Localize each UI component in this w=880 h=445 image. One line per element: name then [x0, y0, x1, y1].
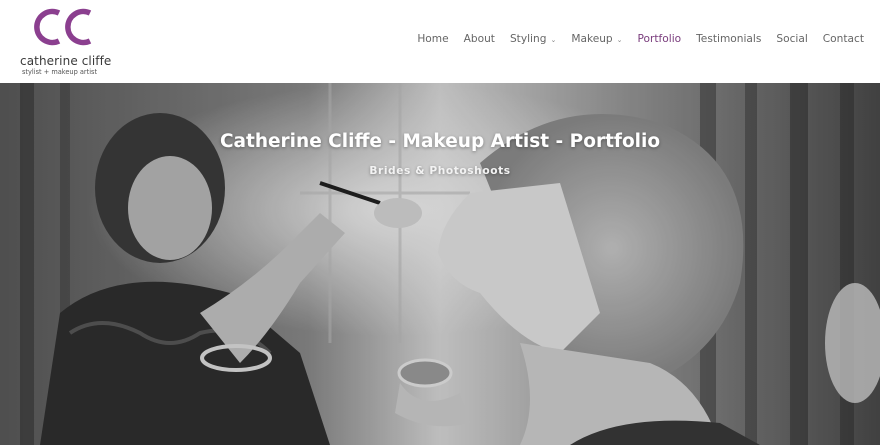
nav-label: Portfolio — [637, 33, 682, 45]
chevron-down-icon: ⌄ — [616, 36, 623, 44]
nav-label: Makeup — [571, 33, 613, 45]
nav-item-styling[interactable]: Styling ⌄ — [510, 33, 556, 45]
nav-label: Testimonials — [696, 33, 762, 45]
nav-item-home[interactable]: Home — [417, 33, 448, 45]
main-nav: Home About Styling ⌄ Makeup ⌄ Portfolio Te… — [402, 33, 864, 45]
nav-item-about[interactable]: About — [464, 33, 495, 45]
hero-title: Catherine Cliffe - Makeup Artist - Portf… — [219, 131, 661, 152]
cc-monogram-logo-icon — [34, 8, 92, 46]
nav-item-makeup[interactable]: Makeup ⌄ — [571, 33, 622, 45]
hero-subtitle: Brides & Photoshoots — [369, 165, 511, 177]
site-logo[interactable]: catherine cliffe stylist + makeup artist — [20, 5, 120, 77]
nav-label: About — [463, 33, 495, 45]
nav-label: Styling — [509, 33, 547, 45]
nav-label: Home — [417, 33, 449, 45]
brand-name: catherine cliffe — [20, 54, 112, 68]
brand-tagline: stylist + makeup artist — [22, 68, 98, 76]
site-header: catherine cliffe stylist + makeup artist… — [0, 0, 880, 83]
nav-item-social[interactable]: Social — [776, 33, 807, 45]
hero-banner: Catherine Cliffe - Makeup Artist - Portf… — [0, 83, 880, 445]
nav-label: Social — [776, 33, 808, 45]
chevron-down-icon: ⌄ — [550, 36, 557, 44]
nav-item-portfolio[interactable]: Portfolio — [638, 33, 682, 45]
nav-item-testimonials[interactable]: Testimonials — [696, 33, 761, 45]
nav-item-contact[interactable]: Contact — [823, 33, 864, 45]
nav-label: Contact — [822, 33, 864, 45]
